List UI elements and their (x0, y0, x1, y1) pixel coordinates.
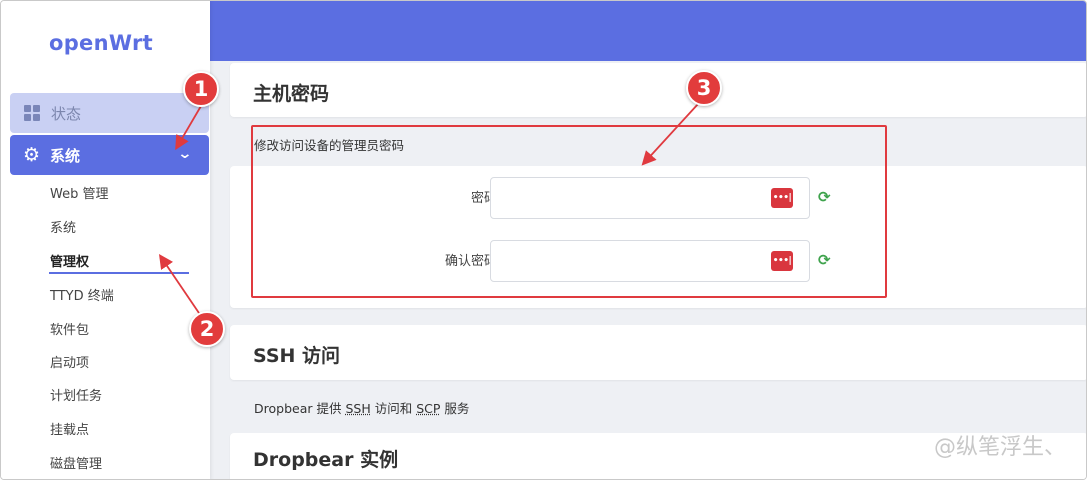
annotation-arrow-2 (158, 254, 202, 317)
annotation-arrows (158, 103, 699, 317)
annotation-arrow-1 (175, 105, 202, 151)
annotation-badge-1: 1 (183, 71, 219, 107)
annotation-arrow-3 (641, 103, 699, 166)
screenshot-frame: openWrt 状态 ⚙ 系统 ⌄ Web 管理 系统 管理权 TTYD 终端 … (0, 0, 1087, 480)
annotation-badge-3: 3 (686, 70, 722, 106)
annotation-badge-2: 2 (189, 311, 225, 347)
